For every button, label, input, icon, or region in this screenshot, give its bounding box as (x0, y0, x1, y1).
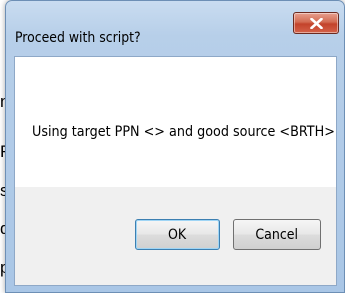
dialog-message: Using target PPN <> and good source <BRT… (32, 124, 335, 140)
dialog-titlebar[interactable]: Proceed with script? (6, 1, 344, 46)
ok-button[interactable]: OK (135, 219, 220, 250)
dialog-title: Proceed with script? (15, 30, 141, 46)
ok-button-label: OK (168, 226, 187, 243)
close-icon (310, 18, 323, 29)
message-panel: Using target PPN <> and good source <BRT… (15, 57, 336, 187)
cancel-button[interactable]: Cancel (233, 219, 321, 250)
confirm-dialog: Proceed with script? Using target PPN <>… (5, 0, 345, 293)
close-button[interactable] (293, 12, 339, 34)
dialog-client-area: Using target PPN <> and good source <BRT… (14, 56, 337, 286)
cancel-button-label: Cancel (255, 226, 299, 243)
